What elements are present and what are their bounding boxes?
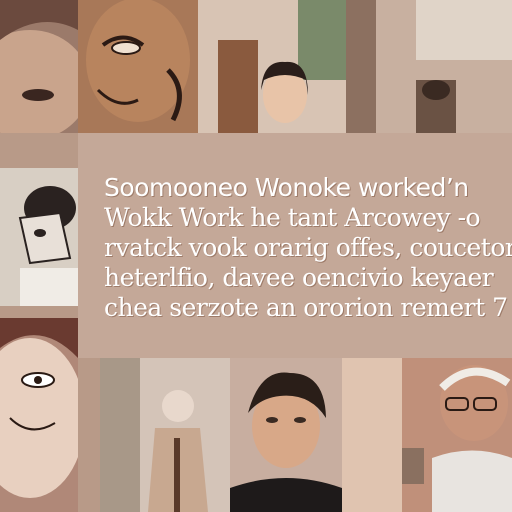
caption-line-3: rvatck vook orarig offes, coucetor bbox=[104, 233, 512, 262]
caption-panel: Soomooneo Wonoke worked’n Wokk Work he t… bbox=[78, 133, 512, 358]
photo-wooden-figurine bbox=[100, 358, 230, 512]
photo-young-man bbox=[230, 358, 342, 512]
photo-masked-figure bbox=[0, 168, 78, 306]
caption-line-5: chea serzote an ororion remert 7 bbox=[104, 293, 508, 322]
photo-interior-shelf bbox=[346, 0, 512, 133]
caption-line-2: Wokk Work he tant Arcowey -o bbox=[104, 203, 481, 232]
photo-elderly-man bbox=[342, 358, 512, 512]
caption-line-1: Soomooneo Wonoke worked’n bbox=[104, 173, 469, 202]
photo-office-woman bbox=[198, 0, 346, 133]
photo-carved-mask bbox=[78, 0, 198, 133]
photo-painted-face bbox=[0, 318, 78, 512]
caption-line-4: heterlfio, davee oencivio keyaer bbox=[104, 263, 494, 292]
photo-face-closeup bbox=[0, 0, 78, 133]
